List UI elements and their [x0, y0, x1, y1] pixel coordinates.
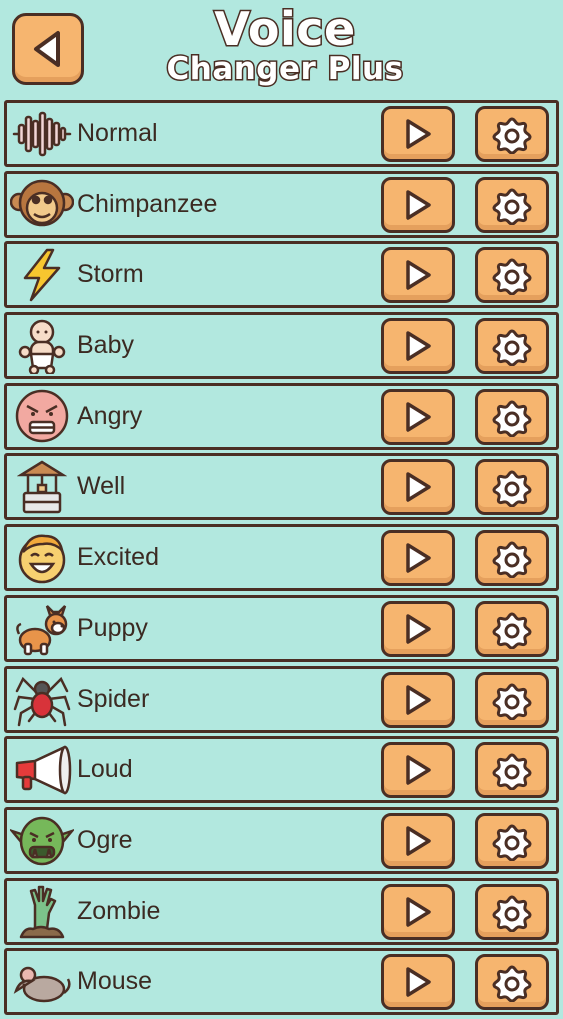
play-icon	[403, 612, 433, 646]
voice-row-normal[interactable]: Normal	[4, 100, 559, 167]
play-button[interactable]	[381, 176, 455, 233]
settings-button[interactable]	[475, 459, 549, 516]
gear-icon	[492, 114, 532, 154]
gear-icon	[492, 892, 532, 932]
voice-row-zombie[interactable]: Zombie	[4, 877, 559, 945]
angry-face-icon	[10, 389, 74, 444]
play-button[interactable]	[381, 318, 455, 375]
gear-icon	[492, 467, 532, 508]
back-button[interactable]	[12, 13, 84, 85]
settings-button[interactable]	[475, 388, 549, 445]
voice-row-mouse[interactable]: Mouse	[4, 948, 559, 1016]
back-arrow-icon	[28, 27, 68, 71]
play-button[interactable]	[381, 671, 455, 728]
play-button[interactable]	[381, 388, 455, 445]
gear-icon	[492, 750, 532, 791]
voice-row-excited[interactable]: Excited	[4, 524, 559, 592]
chimpanzee-icon	[10, 177, 74, 232]
settings-button[interactable]	[475, 176, 549, 233]
puppy-icon	[10, 601, 74, 656]
play-button[interactable]	[381, 530, 455, 587]
settings-button[interactable]	[475, 671, 549, 728]
play-icon	[403, 188, 433, 222]
voice-label: Mouse	[77, 967, 153, 996]
play-button[interactable]	[381, 812, 455, 869]
baby-icon	[10, 318, 74, 374]
voice-label: Storm	[77, 260, 144, 289]
voice-row-spider[interactable]: Spider	[4, 665, 559, 733]
gear-icon	[492, 609, 532, 649]
play-icon	[403, 258, 433, 292]
voice-label: Baby	[77, 331, 134, 360]
gear-icon	[492, 538, 532, 579]
settings-button[interactable]	[475, 954, 549, 1011]
waveform-icon	[10, 106, 74, 161]
play-button[interactable]	[381, 600, 455, 657]
voice-label: Angry	[77, 401, 143, 430]
spider-icon	[10, 672, 74, 727]
gear-icon	[492, 326, 532, 367]
title-line-1: Voice	[213, 1, 357, 58]
app-title: Voice Changer Plus	[120, 1, 450, 88]
lightning-icon	[10, 247, 74, 302]
megaphone-icon	[10, 742, 74, 797]
settings-button[interactable]	[475, 883, 549, 940]
voice-row-ogre[interactable]: Ogre	[4, 806, 559, 874]
voice-label: Puppy	[77, 613, 148, 642]
play-icon	[403, 117, 433, 151]
play-button[interactable]	[381, 954, 455, 1011]
voice-label: Excited	[77, 543, 159, 572]
voice-row-baby[interactable]: Baby	[4, 312, 559, 380]
voice-label: Normal	[77, 119, 158, 147]
header: Voice Changer Plus	[0, 0, 563, 100]
play-icon	[403, 683, 433, 717]
settings-button[interactable]	[475, 106, 549, 162]
voice-label: Well	[77, 472, 126, 501]
voice-label: Loud	[77, 755, 133, 784]
play-button[interactable]	[381, 742, 455, 799]
voice-row-storm[interactable]: Storm	[4, 241, 559, 309]
gear-icon	[492, 821, 532, 861]
settings-button[interactable]	[475, 742, 549, 799]
settings-button[interactable]	[475, 812, 549, 869]
voice-row-well[interactable]: Well	[4, 453, 559, 521]
play-icon	[403, 470, 433, 504]
voice-label: Spider	[77, 684, 150, 713]
gear-icon	[492, 962, 532, 1003]
voice-row-chimpanzee[interactable]: Chimpanzee	[4, 170, 559, 238]
voice-label: Zombie	[77, 896, 161, 925]
gear-icon	[492, 255, 532, 296]
play-icon	[403, 541, 433, 575]
mouse-icon	[10, 954, 74, 1009]
play-button[interactable]	[381, 459, 455, 516]
voice-row-angry[interactable]: Angry	[4, 382, 559, 450]
play-icon	[403, 895, 433, 929]
settings-button[interactable]	[475, 530, 549, 587]
voice-label: Ogre	[77, 825, 133, 854]
play-button[interactable]	[381, 883, 455, 940]
play-button[interactable]	[381, 106, 455, 162]
title-line-2: Changer Plus	[165, 51, 404, 88]
play-icon	[403, 329, 433, 363]
gear-icon	[492, 680, 532, 720]
voice-row-puppy[interactable]: Puppy	[4, 594, 559, 662]
zombie-hand-icon	[10, 884, 74, 939]
gear-icon	[492, 185, 532, 225]
excited-face-icon	[10, 530, 74, 585]
play-icon	[403, 753, 433, 787]
settings-button[interactable]	[475, 247, 549, 304]
play-icon	[403, 824, 433, 858]
settings-button[interactable]	[475, 600, 549, 657]
settings-button[interactable]	[475, 318, 549, 375]
voice-row-loud[interactable]: Loud	[4, 736, 559, 804]
play-icon	[403, 965, 433, 999]
well-icon	[10, 459, 74, 514]
play-button[interactable]	[381, 247, 455, 304]
voice-label: Chimpanzee	[77, 189, 218, 218]
gear-icon	[492, 397, 532, 437]
ogre-icon	[10, 813, 74, 868]
play-icon	[403, 400, 433, 434]
voice-list: Normal Chimpanzee Storm Baby Angry Well …	[4, 100, 559, 1019]
